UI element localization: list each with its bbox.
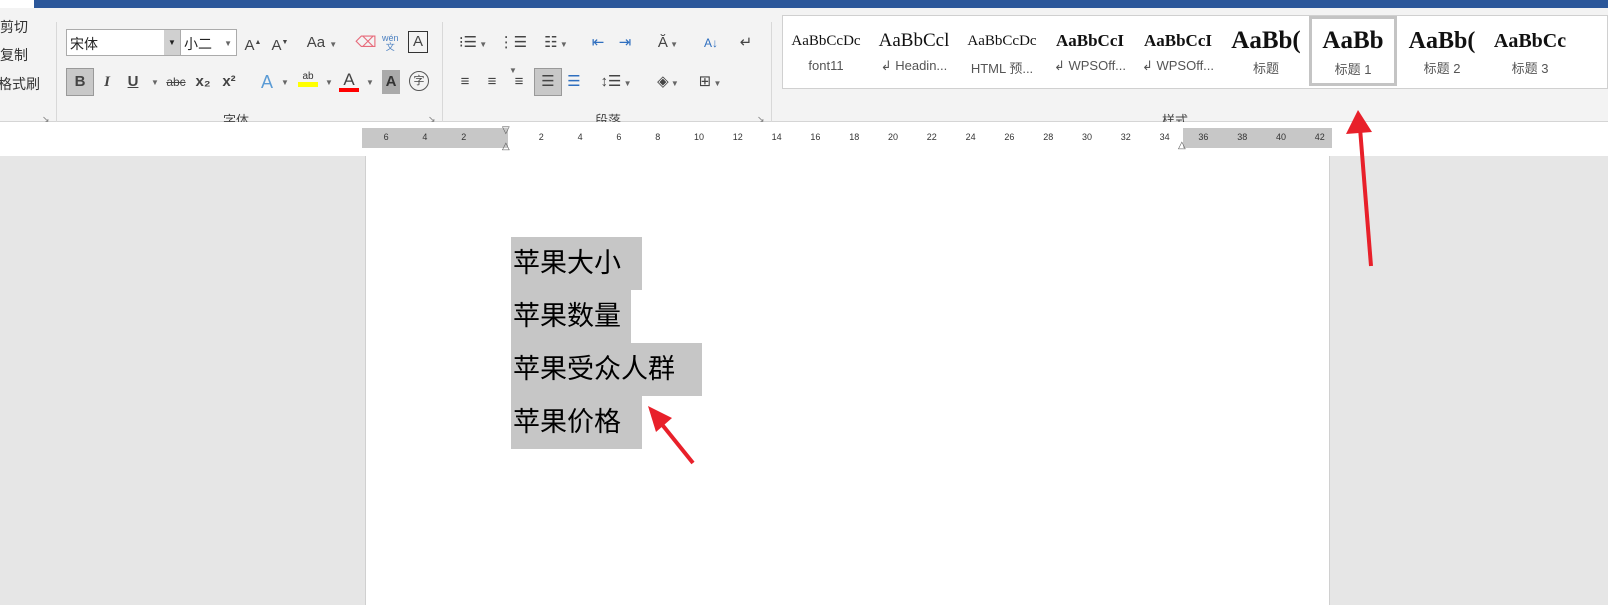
annotation-arrows (648, 110, 1373, 465)
red-arrow-to-text (648, 406, 695, 465)
red-arrow-to-style (1346, 110, 1373, 267)
